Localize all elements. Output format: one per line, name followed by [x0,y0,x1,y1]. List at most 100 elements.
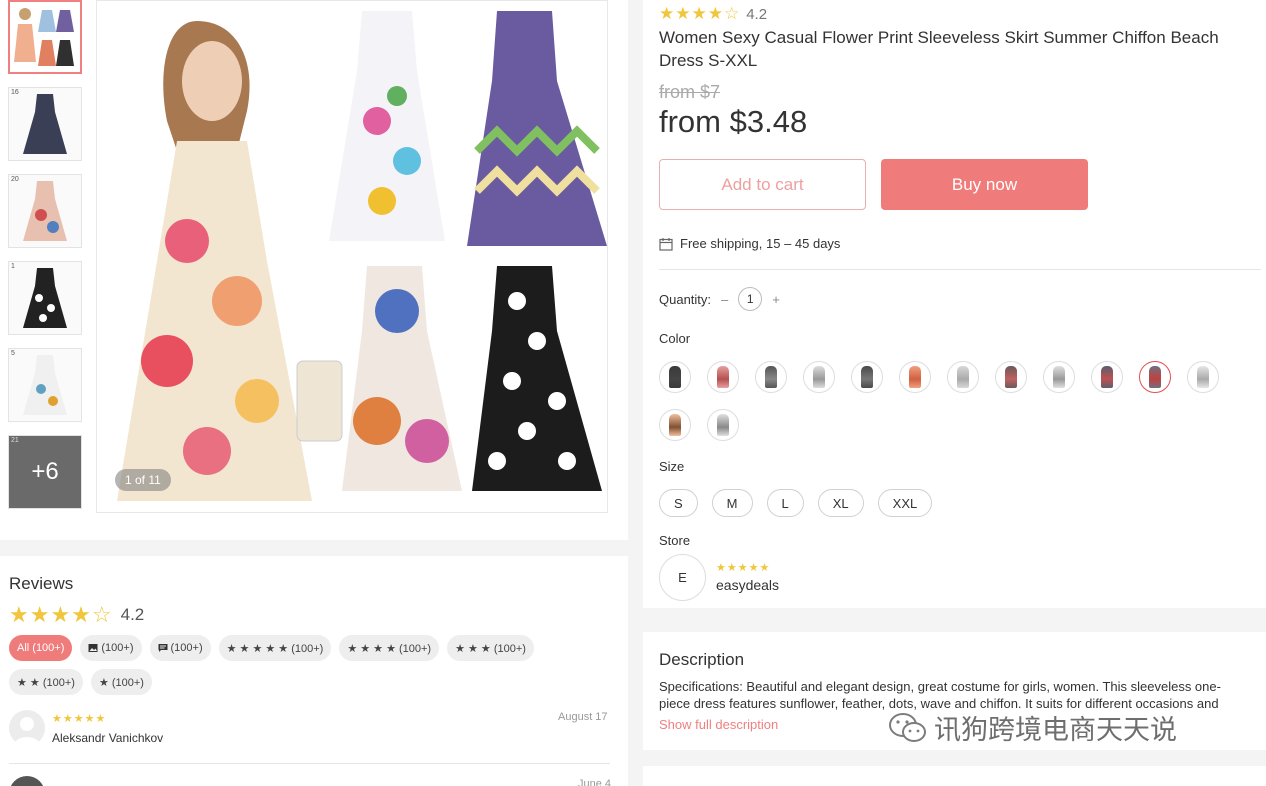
review-divider [9,763,610,764]
thumbnail-3[interactable]: 20 [8,174,82,248]
quantity-increase-button[interactable]: + [772,292,780,307]
description-title: Description [659,650,745,669]
shipping-info: Free shipping, 15 – 45 days [659,236,840,251]
comment-icon [158,644,167,652]
size-option-l[interactable]: L [766,489,804,517]
add-to-cart-button[interactable]: Add to cart [659,159,866,210]
review-stars: ★★★★★ [52,713,107,725]
review-filters: All (100+) (100+) (100+) ★ ★ ★ ★ ★ (100+) ★ … [9,635,609,695]
product-info-panel: ★★★★☆ 4.2 Women Sexy Casual Flower Print… [643,0,1266,608]
store-name-link[interactable]: easydeals [716,577,779,593]
color-swatch-2[interactable] [707,361,739,393]
review-filter-2[interactable]: (100+) [80,635,142,661]
reviews-stars-icon: ★★★★☆ [9,602,113,627]
wechat-watermark: 讯狗跨境电商天天说 [888,708,1177,747]
dress-thumbnail-icon [669,414,681,436]
image-counter: 1 of 11 [115,469,171,491]
dress-thumbnail-icon [909,366,921,388]
review-date: August 17 [558,711,608,723]
dress-thumbnail-icon [813,366,825,388]
size-option-xl[interactable]: XL [817,489,864,517]
shipping-text: Free shipping, 15 – 45 days [680,236,841,251]
color-options [659,361,1249,441]
image-icon [88,644,98,652]
review-filter-label: ★ ★ ★ ★ ★ (100+) [226,642,324,655]
color-swatch-8[interactable] [995,361,1027,393]
color-swatch-7[interactable] [947,361,979,393]
dress-thumbnail-icon [1005,366,1017,388]
review-filter-7[interactable]: ★ ★ (100+) [9,669,83,695]
color-swatch-14[interactable] [707,409,739,441]
current-price: from $3.48 [659,104,808,139]
review-filter-label: (100+) [170,642,203,654]
dress-thumbnail-icon [1053,366,1065,388]
dress-thumbnail-icon [717,366,729,388]
calendar-icon [659,237,673,251]
old-price: from $7 [659,82,721,102]
user-icon [14,717,40,746]
review-filter-3[interactable]: (100+) [149,635,211,661]
reviewer-avatar [9,710,45,746]
review-filter-1[interactable]: All (100+) [9,635,73,661]
size-option-s[interactable]: S [659,489,698,517]
thumbnail-more[interactable]: 21 +6 [8,435,82,509]
color-swatch-11[interactable] [1139,361,1171,393]
dress-thumbnail-icon [1197,366,1209,388]
store-rating-stars: ★★★★★ [716,562,771,574]
color-swatch-1[interactable] [659,361,691,393]
review-filter-label: (100+) [101,642,134,654]
show-full-description-link[interactable]: Show full description [659,717,778,732]
color-swatch-10[interactable] [1091,361,1123,393]
thumbnail-1[interactable] [8,0,82,74]
reviews-title: Reviews [9,574,74,593]
reviews-rating-value: 4.2 [120,605,145,624]
reviews-panel: Reviews ★★★★☆ 4.2 All (100+) (100+) (100+)… [0,556,628,786]
color-swatch-9[interactable] [1043,361,1075,393]
color-swatch-12[interactable] [1187,361,1219,393]
size-option-m[interactable]: M [711,489,753,517]
review-filter-6[interactable]: ★ ★ ★ (100+) [447,635,534,661]
color-swatch-6[interactable] [899,361,931,393]
size-label: Size [659,459,685,474]
reviews-rating: ★★★★☆ 4.2 [9,602,144,628]
size-options: S M L XL XXL [659,489,933,517]
dress-thumbnail-icon [1101,366,1113,388]
dress-thumbnail-icon [861,366,873,388]
color-swatch-5[interactable] [851,361,883,393]
review-filter-label: ★ ★ (100+) [17,676,75,689]
color-label: Color [659,331,691,346]
reviewer-name: Aleksandr Vanichkov [52,731,164,745]
size-option-xxl[interactable]: XXL [877,489,933,517]
product-gallery: 16 20 1 5 21 +6 1 of 11 [0,0,628,540]
thumbnail-list: 16 20 1 5 21 +6 [8,0,84,522]
reviewer-avatar-2 [9,776,45,786]
product-title: Women Sexy Casual Flower Print Sleeveles… [659,28,1219,70]
main-product-image[interactable]: 1 of 11 [96,0,608,513]
rating-stars-icon: ★★★★☆ [659,4,741,23]
review-filter-4[interactable]: ★ ★ ★ ★ ★ (100+) [218,635,332,661]
thumbnail-4[interactable]: 1 [8,261,82,335]
quantity-input[interactable]: 1 [738,287,763,311]
buy-now-button[interactable]: Buy now [881,159,1088,210]
thumbnail-5[interactable]: 5 [8,348,82,422]
thumbnail-2[interactable]: 16 [8,87,82,161]
quantity-decrease-button[interactable]: – [721,292,728,307]
dress-thumbnail-icon [717,414,729,436]
review-filter-label: ★ ★ ★ ★ (100+) [347,642,432,655]
review-filter-5[interactable]: ★ ★ ★ ★ (100+) [339,635,440,661]
store-avatar[interactable]: E [659,554,706,601]
color-swatch-13[interactable] [659,409,691,441]
dress-thumbnail-icon [1149,366,1161,388]
review-date-2: June 4 [578,778,612,786]
review-filter-label: ★ ★ ★ (100+) [455,642,526,655]
product-photo [97,1,607,512]
product-rating: ★★★★☆ 4.2 [659,4,767,24]
rating-value: 4.2 [746,5,768,23]
review-filter-label: All (100+) [17,642,65,654]
divider [659,269,1261,270]
dress-thumbnail-icon [669,366,681,388]
more-images-count: +6 [31,458,59,485]
color-swatch-3[interactable] [755,361,787,393]
color-swatch-4[interactable] [803,361,835,393]
review-filter-8[interactable]: ★ (100+) [90,669,152,695]
